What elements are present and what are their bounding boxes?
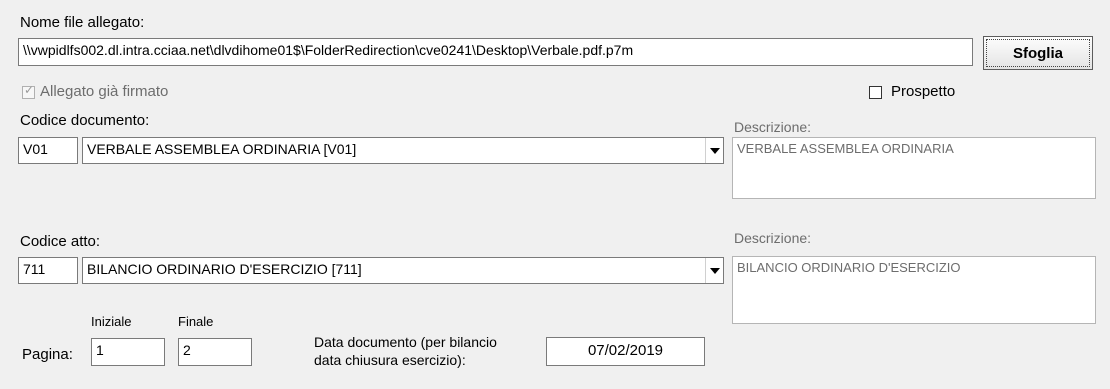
document-select-value: VERBALE ASSEMBLEA ORDINARIA [V01] xyxy=(87,141,357,157)
prospetto-checkbox[interactable] xyxy=(869,86,882,99)
start-page-label: Iniziale xyxy=(91,314,132,329)
chevron-down-icon[interactable] xyxy=(705,138,723,163)
prospetto-checkbox-label: Prospetto xyxy=(891,83,956,100)
document-select[interactable]: VERBALE ASSEMBLEA ORDINARIA [V01] xyxy=(82,137,724,164)
signed-checkbox-label: Allegato già firmato xyxy=(40,83,169,100)
act-select[interactable]: BILANCIO ORDINARIO D'ESERCIZIO [711] xyxy=(82,257,724,284)
signed-checkbox[interactable]: ✓ xyxy=(22,83,35,99)
document-code-input[interactable]: V01 xyxy=(18,137,78,164)
act-description-box: BILANCIO ORDINARIO D'ESERCIZIO xyxy=(732,256,1096,324)
chevron-down-icon[interactable] xyxy=(705,258,723,283)
browse-button[interactable]: Sfoglia xyxy=(983,36,1093,70)
start-page-input[interactable]: 1 xyxy=(91,338,165,366)
focus-rect xyxy=(986,39,1090,67)
act-select-value: BILANCIO ORDINARIO D'ESERCIZIO [711] xyxy=(87,261,362,277)
attachment-label: Nome file allegato: xyxy=(20,14,145,31)
document-description-box: VERBALE ASSEMBLEA ORDINARIA xyxy=(732,137,1096,199)
act-code-input[interactable]: 711 xyxy=(18,257,78,284)
checkmark-icon: ✓ xyxy=(24,83,35,97)
document-code-label: Codice documento: xyxy=(20,112,150,129)
act-code-label: Codice atto: xyxy=(20,233,101,250)
act-description-label: Descrizione: xyxy=(734,230,812,246)
document-date-label: Data documento (per bilancio data chiusu… xyxy=(314,334,497,368)
page-label: Pagina: xyxy=(22,346,73,363)
document-description-label: Descrizione: xyxy=(734,119,812,135)
attachment-path-input[interactable]: \\vwpidlfs002.dl.intra.cciaa.net\dlvdiho… xyxy=(18,38,973,66)
document-date-input[interactable]: 07/02/2019 xyxy=(546,337,705,366)
end-page-label: Finale xyxy=(178,314,214,329)
end-page-input[interactable]: 2 xyxy=(178,338,252,366)
